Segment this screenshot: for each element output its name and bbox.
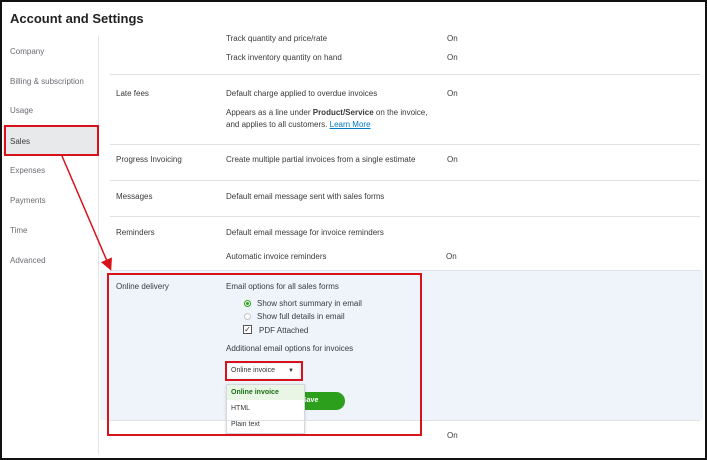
annotation-arrow xyxy=(61,155,112,271)
